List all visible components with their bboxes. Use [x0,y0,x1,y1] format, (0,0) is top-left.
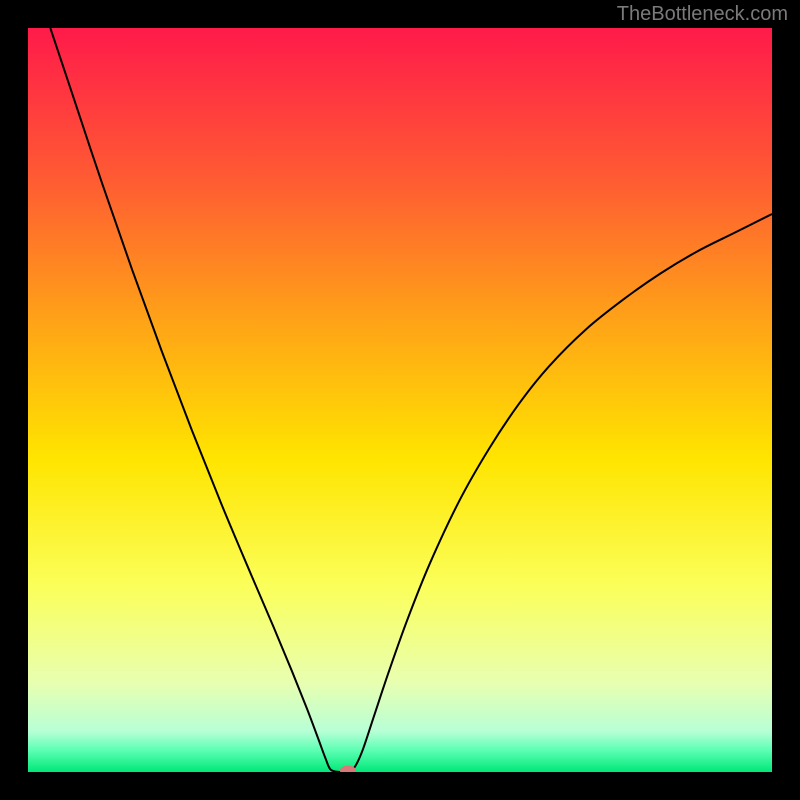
chart-svg [28,28,772,772]
plot-background [28,28,772,772]
plot-frame [28,28,772,772]
watermark-text: TheBottleneck.com [617,3,788,26]
chart-container: TheBottleneck.com [0,0,800,800]
